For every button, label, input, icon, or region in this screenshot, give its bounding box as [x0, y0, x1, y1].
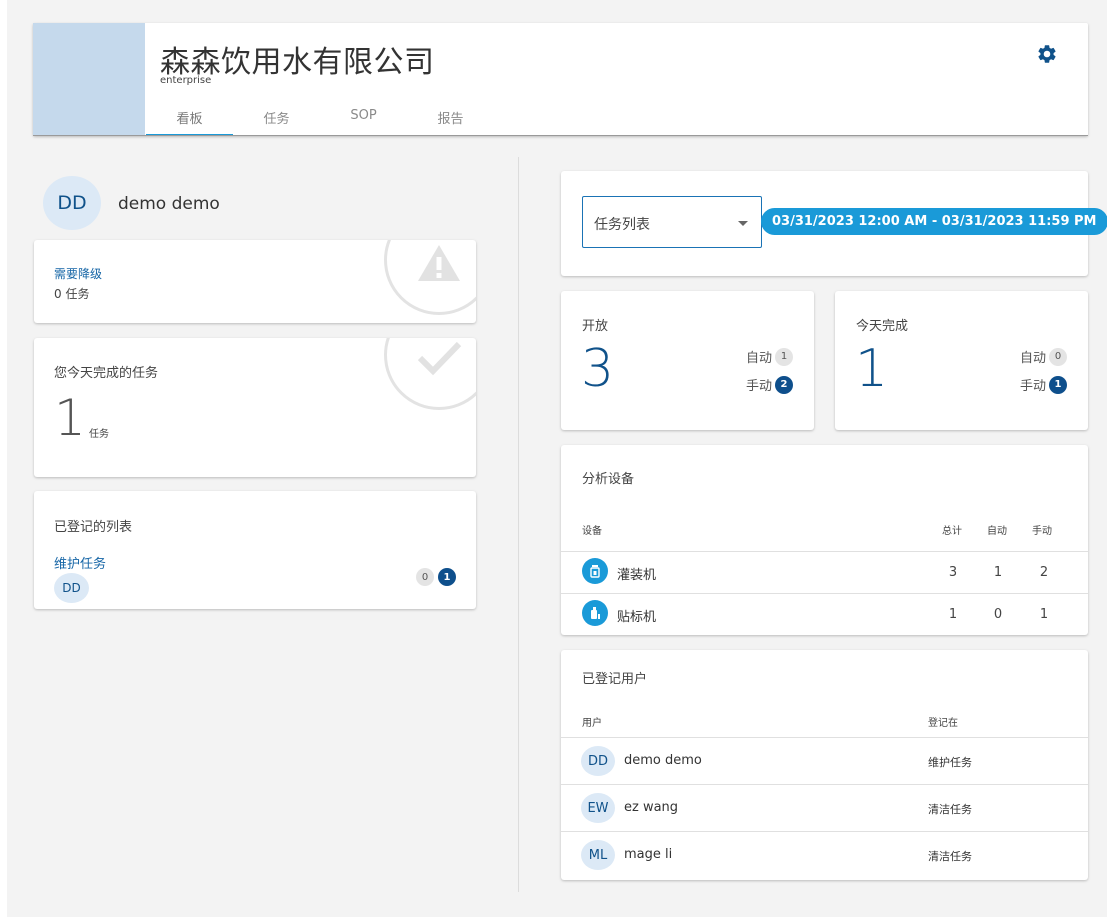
list-select-value: 任务列表	[594, 217, 650, 233]
column-header-registered-in: 登记在	[928, 718, 958, 729]
company-header: 森森饮用水有限公司 enterprise 看板 任务 SOP 报告	[33, 23, 1088, 136]
users-title: 已登记用户	[582, 672, 648, 687]
registered-in: 清洁任务	[928, 803, 972, 816]
table-row[interactable]: 灌装机 3 1 2	[561, 553, 1088, 595]
filter-card: 任务列表 03/31/2023 12:00 AM - 03/31/2023 11…	[561, 171, 1107, 276]
device-auto: 0	[993, 607, 1003, 622]
open-value: 3	[581, 339, 615, 399]
open-title: 开放	[582, 319, 609, 334]
company-type: enterprise	[160, 75, 212, 86]
manual-label: 手动	[1019, 379, 1046, 394]
avatar: DD	[43, 176, 101, 230]
done-manual-row: 手动 1	[1020, 375, 1067, 394]
company-logo	[33, 23, 145, 136]
device-manual: 2	[1039, 565, 1049, 580]
open-tasks-card: 开放 3 自动 1 手动 2	[561, 291, 814, 430]
auto-count-badge: 0	[1049, 347, 1067, 366]
done-today-card: 今天完成 1 自动 0 手动 1	[835, 291, 1088, 430]
table-row[interactable]: 贴标机 1 0 1	[561, 595, 1088, 637]
manual-label: 手动	[745, 379, 772, 394]
open-manual-row: 手动 2	[746, 375, 793, 394]
gear-icon[interactable]	[1036, 43, 1058, 65]
done-auto-row: 自动 0	[1020, 347, 1067, 366]
user-name: ez wang	[624, 800, 679, 815]
check-icon	[384, 338, 476, 410]
filling-machine-icon	[582, 558, 608, 584]
registered-in: 维护任务	[928, 756, 972, 769]
list-item-counts: 0 1	[416, 568, 456, 586]
user-name: mage li	[624, 847, 673, 862]
warning-icon	[384, 240, 476, 315]
auto-label: 自动	[1019, 351, 1046, 366]
user-name: demo demo	[624, 753, 702, 768]
caret-down-icon	[738, 221, 748, 226]
device-name: 贴标机	[617, 610, 657, 625]
table-row[interactable]: ML mage li 清洁任务	[561, 832, 1088, 878]
column-header-auto: 自动	[987, 526, 1007, 537]
device-auto: 1	[993, 565, 1003, 580]
date-range-chip[interactable]: 03/31/2023 12:00 AM - 03/31/2023 11:59 P…	[761, 208, 1107, 235]
manual-count-badge: 1	[1049, 375, 1067, 394]
column-header-user: 用户	[582, 718, 602, 729]
tab-reports[interactable]: 报告	[407, 103, 494, 136]
registered-lists-card: 已登记的列表 维护任务 DD 0 1	[34, 491, 476, 609]
today-value: 1	[54, 389, 86, 447]
tab-dashboard[interactable]: 看板	[146, 103, 233, 136]
table-row[interactable]: DD demo demo 维护任务	[561, 738, 1088, 784]
avatar: EW	[581, 793, 615, 823]
manual-count-badge: 1	[438, 568, 456, 586]
auto-label: 自动	[745, 351, 772, 366]
device-total: 1	[948, 607, 958, 622]
tab-bar: 看板 任务 SOP 报告	[146, 103, 494, 136]
tab-tasks[interactable]: 任务	[233, 103, 320, 136]
header-divider	[33, 135, 1088, 136]
avatar: DD	[581, 746, 615, 776]
table-divider	[561, 551, 1088, 552]
devices-card: 分析设备 设备 总计 自动 手动 灌装机 3 1 2 贴标机 1 0 1	[561, 445, 1088, 635]
device-name: 灌装机	[617, 568, 657, 583]
table-row[interactable]: EW ez wang 清洁任务	[561, 785, 1088, 831]
done-title: 今天完成	[856, 319, 909, 334]
auto-count-badge: 1	[775, 347, 793, 366]
column-header-device: 设备	[582, 526, 602, 537]
registered-users-card: 已登记用户 用户 登记在 DD demo demo 维护任务 EW ez wan…	[561, 650, 1088, 880]
device-manual: 1	[1039, 607, 1049, 622]
user-name: demo demo	[118, 194, 220, 214]
registered-lists-title: 已登记的列表	[54, 520, 133, 535]
labeling-machine-icon	[582, 600, 608, 626]
column-header-manual: 手动	[1032, 526, 1052, 537]
registered-in: 清洁任务	[928, 850, 972, 863]
today-completed-card: 您今天完成的任务 1 任务	[34, 338, 476, 477]
today-unit: 任务	[89, 429, 109, 440]
auto-count-badge: 0	[416, 568, 434, 586]
today-title: 您今天完成的任务	[54, 366, 159, 381]
table-divider	[561, 593, 1088, 594]
downgrade-count: 0 任务	[54, 287, 90, 301]
downgrade-card[interactable]: 需要降级 0 任务	[34, 240, 476, 323]
open-auto-row: 自动 1	[746, 347, 793, 366]
column-divider	[518, 157, 519, 892]
tab-sop[interactable]: SOP	[320, 103, 407, 136]
devices-title: 分析设备	[582, 472, 635, 487]
column-header-total: 总计	[942, 526, 962, 537]
list-select[interactable]: 任务列表	[582, 196, 762, 248]
avatar: DD	[54, 573, 89, 603]
list-item-name[interactable]: 维护任务	[54, 553, 106, 572]
downgrade-title[interactable]: 需要降级	[54, 265, 102, 282]
avatar: ML	[581, 840, 615, 870]
device-total: 3	[948, 565, 958, 580]
manual-count-badge: 2	[775, 375, 793, 394]
done-value: 1	[855, 339, 889, 399]
